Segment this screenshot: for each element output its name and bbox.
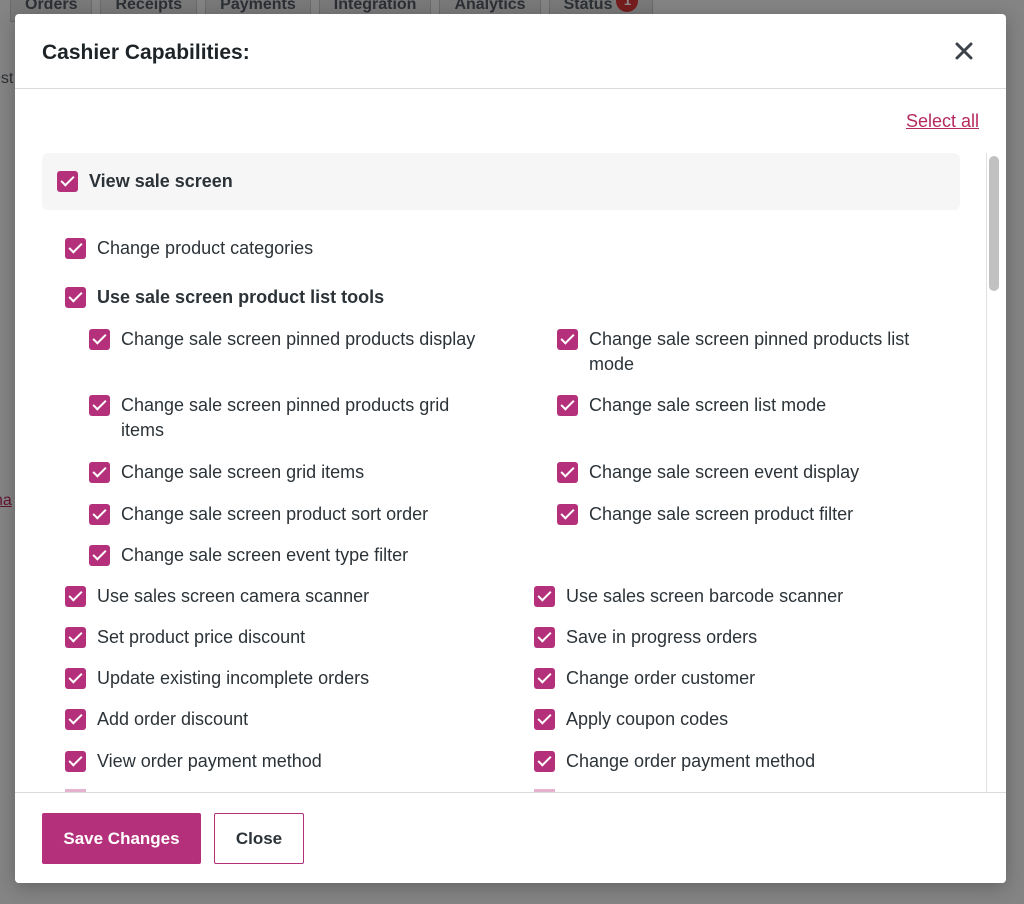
checkbox-checked-icon[interactable] bbox=[557, 504, 578, 525]
checkbox-label: Change sale screen event display bbox=[589, 462, 860, 482]
checkbox-checked-icon[interactable] bbox=[534, 751, 555, 772]
checkbox-label: Change sale screen pinned products list … bbox=[589, 329, 910, 374]
checkbox-label: Apply coupon codes bbox=[566, 709, 729, 729]
checkbox-label: Change sale screen pinned products displ… bbox=[121, 329, 476, 349]
checkbox-checked-icon[interactable] bbox=[65, 709, 86, 730]
checkbox-change-order-payment-method[interactable]: Change order payment method bbox=[534, 751, 815, 774]
checkbox-label: Change sale screen product filter bbox=[589, 504, 854, 524]
checkbox-checked-icon[interactable] bbox=[89, 329, 110, 350]
checkbox-label: Change product categories bbox=[97, 238, 314, 258]
checkbox-checked-icon[interactable] bbox=[557, 329, 578, 350]
checkbox-label: Use sale screen product list tools bbox=[97, 287, 385, 307]
checkbox-label: Update existing incomplete orders bbox=[97, 668, 370, 688]
checkbox-checked-icon[interactable] bbox=[57, 171, 78, 192]
checkbox-checked-icon[interactable] bbox=[534, 627, 555, 648]
checkbox-checked-icon[interactable] bbox=[65, 238, 86, 259]
checkbox-pinned-products-grid-items[interactable]: Change sale screen pinned products grid … bbox=[89, 395, 489, 443]
checkbox-label: Change sale screen list mode bbox=[589, 395, 827, 415]
modal-body: Select all View sale screen Change produ… bbox=[15, 90, 1006, 792]
checkbox-label: Add order discount bbox=[97, 709, 249, 729]
checkbox-product-filter[interactable]: Change sale screen product filter bbox=[557, 504, 853, 527]
checkbox-checked-icon[interactable] bbox=[89, 462, 110, 483]
checkbox-checked-icon[interactable] bbox=[65, 751, 86, 772]
modal-footer: Save Changes Close bbox=[15, 792, 1006, 883]
close-button[interactable]: Close bbox=[214, 813, 304, 864]
checkbox-label: View order payment method bbox=[97, 751, 322, 771]
checkbox-use-sale-screen-product-list-tools[interactable]: Use sale screen product list tools bbox=[65, 287, 384, 310]
checkbox-checked-icon[interactable] bbox=[557, 395, 578, 416]
checkbox-pinned-products-display[interactable]: Change sale screen pinned products displ… bbox=[89, 329, 489, 352]
checkbox-checked-icon[interactable] bbox=[65, 627, 86, 648]
checkbox-update-incomplete-orders[interactable]: Update existing incomplete orders bbox=[65, 668, 369, 691]
checkbox-view-sale-screen[interactable]: View sale screen bbox=[57, 171, 233, 194]
checkbox-label: Change sale screen pinned products grid … bbox=[121, 395, 450, 440]
checkbox-camera-scanner[interactable]: Use sales screen camera scanner bbox=[65, 586, 369, 609]
checkbox-event-type-filter[interactable]: Change sale screen event type filter bbox=[89, 545, 408, 568]
checkbox-change-product-categories[interactable]: Change product categories bbox=[65, 238, 313, 261]
modal-header: Cashier Capabilities: bbox=[15, 14, 1006, 89]
checkbox-checked-icon[interactable] bbox=[534, 668, 555, 689]
checkbox-checked-icon[interactable] bbox=[89, 395, 110, 416]
checkbox-change-order-customer[interactable]: Change order customer bbox=[534, 668, 755, 691]
checkbox-grid-items[interactable]: Change sale screen grid items bbox=[89, 462, 364, 485]
checkbox-label: Use sales screen camera scanner bbox=[97, 586, 370, 606]
checkbox-checked-icon[interactable] bbox=[89, 504, 110, 525]
checkbox-checked-icon[interactable] bbox=[89, 545, 110, 566]
capabilities-modal: Cashier Capabilities: Select all View sa… bbox=[15, 14, 1006, 883]
checkbox-view-order-payment-method[interactable]: View order payment method bbox=[65, 751, 322, 774]
checkbox-add-order-discount[interactable]: Add order discount bbox=[65, 709, 248, 732]
close-icon[interactable] bbox=[950, 37, 978, 65]
select-all-link[interactable]: Select all bbox=[906, 111, 979, 132]
scrollbar-thumb[interactable] bbox=[989, 156, 999, 291]
modal-scrollbar[interactable] bbox=[986, 153, 1002, 792]
scrollbar-track bbox=[986, 153, 987, 792]
checkbox-label: View sale screen bbox=[89, 171, 233, 191]
checkbox-pinned-products-list-mode[interactable]: Change sale screen pinned products list … bbox=[557, 329, 957, 377]
checkbox-checked-icon[interactable] bbox=[557, 462, 578, 483]
checkbox-checked-icon[interactable] bbox=[65, 668, 86, 689]
checkbox-event-display[interactable]: Change sale screen event display bbox=[557, 462, 859, 485]
checkbox-product-sort-order[interactable]: Change sale screen product sort order bbox=[89, 504, 428, 527]
checkbox-checked-icon[interactable] bbox=[534, 586, 555, 607]
checkbox-label: Change sale screen event type filter bbox=[121, 545, 409, 565]
checkbox-label: Use sales screen barcode scanner bbox=[566, 586, 844, 606]
checkbox-barcode-scanner[interactable]: Use sales screen barcode scanner bbox=[534, 586, 843, 609]
checkbox-checked-icon[interactable] bbox=[65, 586, 86, 607]
checkbox-label: Change order customer bbox=[566, 668, 756, 688]
checkbox-label: Change sale screen product sort order bbox=[121, 504, 429, 524]
checkbox-label: Set product price discount bbox=[97, 627, 306, 647]
checkbox-checked-icon[interactable] bbox=[65, 287, 86, 308]
checkbox-save-in-progress-orders[interactable]: Save in progress orders bbox=[534, 627, 757, 650]
modal-title: Cashier Capabilities: bbox=[42, 41, 250, 64]
checkbox-label: Change sale screen grid items bbox=[121, 462, 365, 482]
save-changes-button[interactable]: Save Changes bbox=[42, 813, 201, 864]
checkbox-checked-icon[interactable] bbox=[534, 709, 555, 730]
checkbox-list-mode[interactable]: Change sale screen list mode bbox=[557, 395, 826, 418]
checkbox-label: Change order payment method bbox=[566, 751, 816, 771]
checkbox-label: Save in progress orders bbox=[566, 627, 758, 647]
checkbox-set-product-price-discount[interactable]: Set product price discount bbox=[65, 627, 305, 650]
checkbox-apply-coupon-codes[interactable]: Apply coupon codes bbox=[534, 709, 728, 732]
